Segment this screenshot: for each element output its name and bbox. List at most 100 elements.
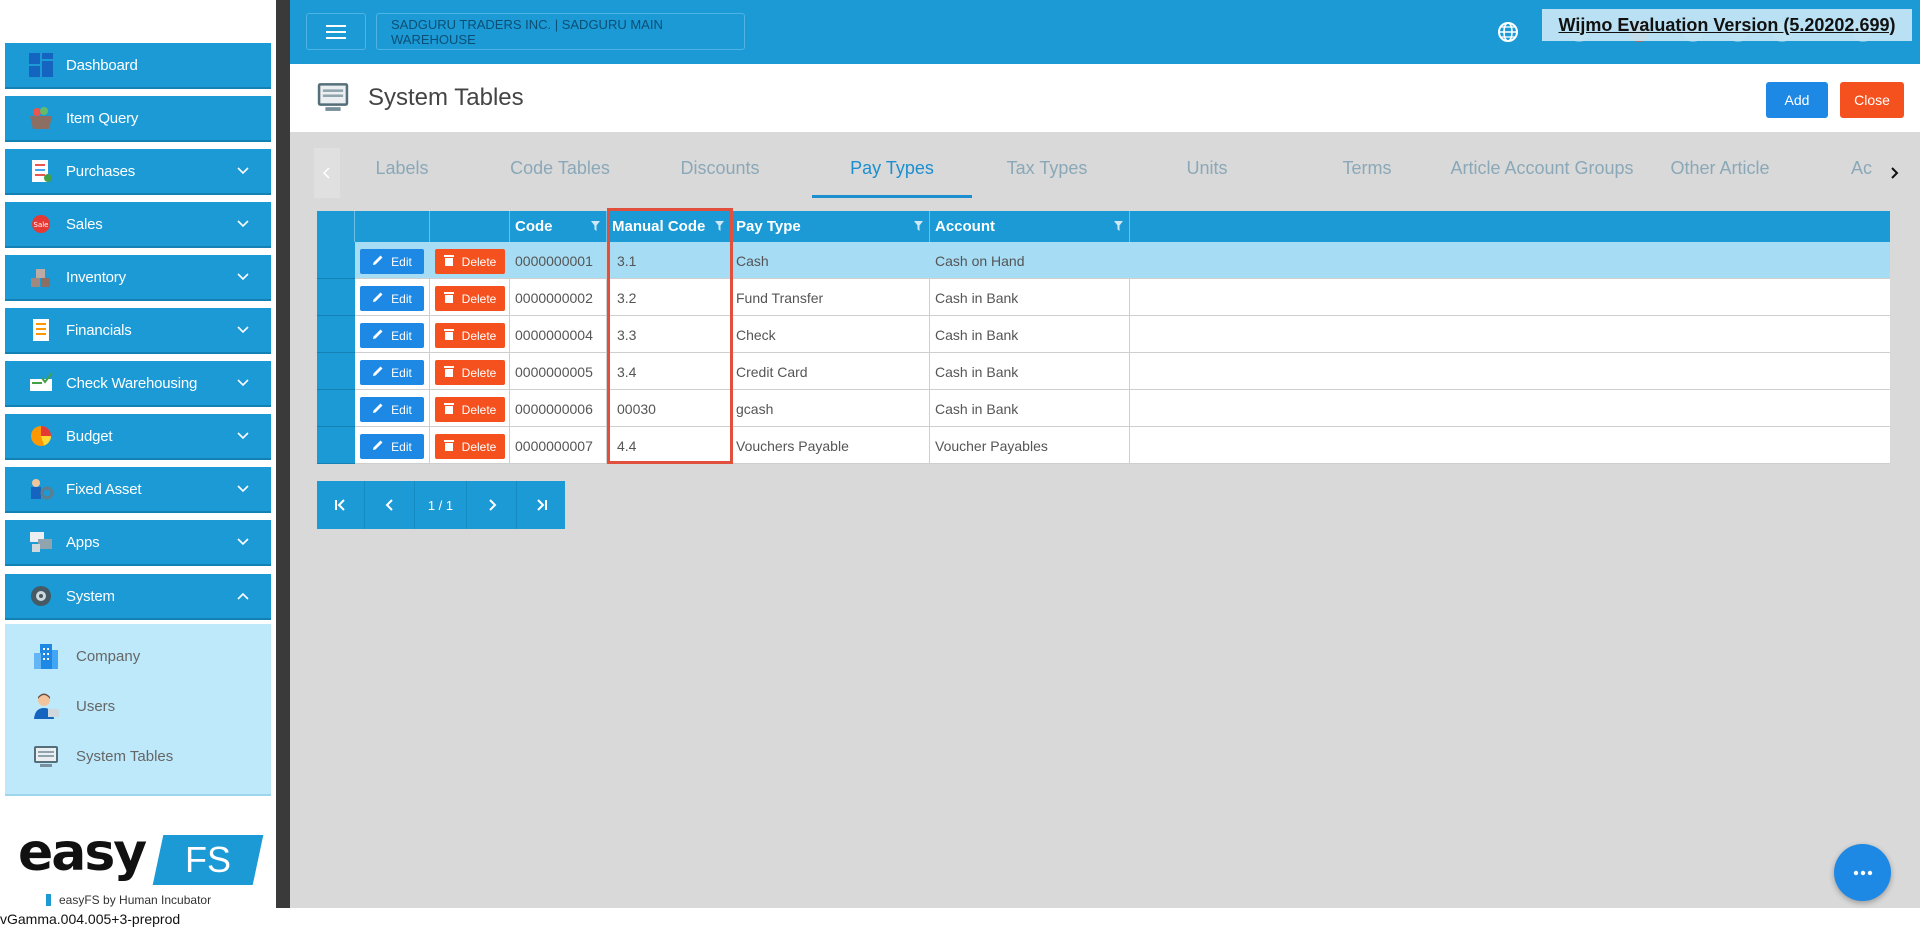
manual-code-cell[interactable]: 3.1 xyxy=(607,242,731,279)
tab-accounts-partial[interactable]: Ac xyxy=(1851,158,1882,198)
chevron-up-icon[interactable] xyxy=(235,588,251,604)
account-cell[interactable]: Cash in Bank xyxy=(930,316,1130,353)
account-cell[interactable]: Cash in Bank xyxy=(930,353,1130,390)
tab-code-tables[interactable]: Code Tables xyxy=(480,158,640,198)
sidebar-item-item-query[interactable]: Item Query xyxy=(5,96,271,142)
tab-tax-types[interactable]: Tax Types xyxy=(977,158,1117,198)
sidebar-item-budget[interactable]: Budget xyxy=(5,414,271,460)
chevron-down-icon[interactable] xyxy=(235,163,251,179)
table-row[interactable]: Edit Delete 0000000005 3.4 Credit Card Cash i… xyxy=(317,353,1890,390)
chevron-down-icon[interactable] xyxy=(235,216,251,232)
sidebar-item-fixed-asset[interactable]: Fixed Asset xyxy=(5,467,271,513)
hamburger-menu-button[interactable] xyxy=(306,13,366,50)
manual-code-cell[interactable]: 3.3 xyxy=(607,316,731,353)
sidebar-item-check-warehousing[interactable]: Check Warehousing xyxy=(5,361,271,407)
chevron-down-icon[interactable] xyxy=(235,481,251,497)
pay-type-cell[interactable]: gcash xyxy=(731,390,930,427)
filter-icon[interactable] xyxy=(914,221,923,231)
pay-type-cell[interactable]: Credit Card xyxy=(731,353,930,390)
account-cell[interactable]: Cash in Bank xyxy=(930,390,1130,427)
chevron-down-icon[interactable] xyxy=(235,269,251,285)
row-header[interactable] xyxy=(317,427,355,464)
edit-button[interactable]: Edit xyxy=(360,249,424,274)
column-header-code[interactable]: Code xyxy=(510,211,607,242)
sidebar-item-sales[interactable]: Sale Sales xyxy=(5,202,271,248)
filter-icon[interactable] xyxy=(715,221,724,231)
pay-type-cell[interactable]: Vouchers Payable xyxy=(731,427,930,464)
code-cell[interactable]: 0000000002 xyxy=(510,279,607,316)
tab-other-article[interactable]: Other Article xyxy=(1650,158,1790,198)
tab-units[interactable]: Units xyxy=(1137,158,1277,198)
row-header[interactable] xyxy=(317,242,355,279)
tab-article-account-groups[interactable]: Article Account Groups xyxy=(1442,158,1642,198)
sidebar-subitem-system-tables[interactable]: System Tables xyxy=(5,736,271,776)
delete-button[interactable]: Delete xyxy=(435,249,505,274)
tab-scroll-left-button[interactable] xyxy=(314,148,340,198)
delete-button[interactable]: Delete xyxy=(435,286,505,311)
account-cell[interactable]: Voucher Payables xyxy=(930,427,1130,464)
sidebar-scrollbar[interactable] xyxy=(276,0,290,908)
sidebar-subitem-company[interactable]: Company xyxy=(5,636,271,676)
sidebar-item-financials[interactable]: Financials xyxy=(5,308,271,354)
code-cell[interactable]: 0000000004 xyxy=(510,316,607,353)
row-header[interactable] xyxy=(317,390,355,427)
manual-code-cell[interactable]: 3.2 xyxy=(607,279,731,316)
tab-pay-types[interactable]: Pay Types xyxy=(812,158,972,198)
tab-labels[interactable]: Labels xyxy=(340,158,464,198)
manual-code-cell[interactable]: 00030 xyxy=(607,390,731,427)
code-cell[interactable]: 0000000005 xyxy=(510,353,607,390)
pay-type-cell[interactable]: Cash xyxy=(731,242,930,279)
chevron-down-icon[interactable] xyxy=(235,375,251,391)
previous-page-button[interactable] xyxy=(365,481,415,529)
delete-button[interactable]: Delete xyxy=(435,323,505,348)
column-header-pay-type[interactable]: Pay Type xyxy=(731,211,930,242)
tab-scroll-right-button[interactable] xyxy=(1882,148,1906,198)
account-cell[interactable]: Cash in Bank xyxy=(930,279,1130,316)
tab-terms[interactable]: Terms xyxy=(1297,158,1437,198)
last-page-button[interactable] xyxy=(517,481,565,529)
chevron-down-icon[interactable] xyxy=(235,322,251,338)
filter-icon[interactable] xyxy=(591,221,600,231)
floating-action-button[interactable] xyxy=(1834,844,1891,901)
close-button[interactable]: Close xyxy=(1840,82,1904,118)
wijmo-evaluation-banner[interactable]: Wijmo Evaluation Version (5.20202.699) xyxy=(1542,9,1912,41)
column-header-manual-code[interactable]: Manual Code xyxy=(607,211,731,242)
add-button[interactable]: Add xyxy=(1766,82,1828,118)
pay-type-cell[interactable]: Fund Transfer xyxy=(731,279,930,316)
code-cell[interactable]: 0000000007 xyxy=(510,427,607,464)
delete-button[interactable]: Delete xyxy=(435,434,505,459)
row-header[interactable] xyxy=(317,279,355,316)
edit-button[interactable]: Edit xyxy=(360,286,424,311)
sidebar-item-dashboard[interactable]: Dashboard xyxy=(5,43,271,89)
next-page-button[interactable] xyxy=(467,481,517,529)
chevron-down-icon[interactable] xyxy=(235,428,251,444)
globe-icon[interactable] xyxy=(1496,20,1520,48)
sidebar-item-inventory[interactable]: Inventory xyxy=(5,255,271,301)
sidebar-item-purchases[interactable]: Purchases xyxy=(5,149,271,195)
delete-button[interactable]: Delete xyxy=(435,397,505,422)
code-cell[interactable]: 0000000006 xyxy=(510,390,607,427)
tab-discounts[interactable]: Discounts xyxy=(650,158,790,198)
table-row[interactable]: Edit Delete 0000000001 3.1 Cash Cash on Hand xyxy=(317,242,1890,279)
code-cell[interactable]: 0000000001 xyxy=(510,242,607,279)
row-header[interactable] xyxy=(317,353,355,390)
table-row[interactable]: Edit Delete 0000000002 3.2 Fund Transfer Cash… xyxy=(317,279,1890,316)
edit-button[interactable]: Edit xyxy=(360,360,424,385)
column-header-account[interactable]: Account xyxy=(930,211,1130,242)
table-row[interactable]: Edit Delete 0000000007 4.4 Vouchers Payable V… xyxy=(317,427,1890,464)
first-page-button[interactable] xyxy=(317,481,365,529)
row-header[interactable] xyxy=(317,316,355,353)
edit-button[interactable]: Edit xyxy=(360,434,424,459)
table-row[interactable]: Edit Delete 0000000006 00030 gcash Cash in Ba… xyxy=(317,390,1890,427)
table-row[interactable]: Edit Delete 0000000004 3.3 Check Cash in Bank xyxy=(317,316,1890,353)
filter-icon[interactable] xyxy=(1114,221,1123,231)
sidebar-item-system[interactable]: System xyxy=(5,574,271,620)
pay-type-cell[interactable]: Check xyxy=(731,316,930,353)
manual-code-cell[interactable]: 4.4 xyxy=(607,427,731,464)
manual-code-cell[interactable]: 3.4 xyxy=(607,353,731,390)
account-cell[interactable]: Cash on Hand xyxy=(930,242,1130,279)
edit-button[interactable]: Edit xyxy=(360,397,424,422)
sidebar-subitem-users[interactable]: Users xyxy=(5,686,271,726)
chevron-down-icon[interactable] xyxy=(235,534,251,550)
sidebar-item-apps[interactable]: Apps xyxy=(5,520,271,566)
